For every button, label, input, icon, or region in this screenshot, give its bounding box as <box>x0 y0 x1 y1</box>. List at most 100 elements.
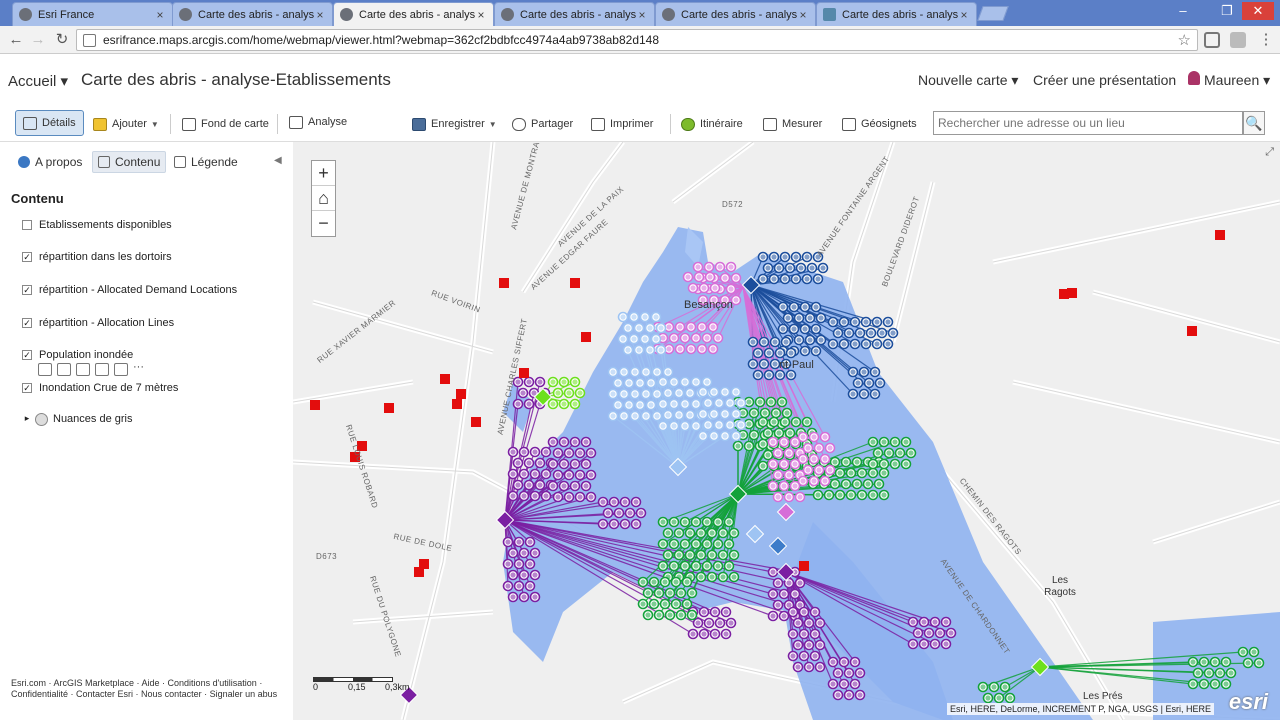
tab-contents[interactable]: Contenu <box>92 151 167 173</box>
print-button[interactable]: Imprimer <box>591 112 653 136</box>
layer-item[interactable]: ✓ Population inondée <box>22 347 133 363</box>
demand-point-fill <box>550 439 556 445</box>
save-button[interactable]: Enregistrer ▼ <box>412 112 497 136</box>
collapse-panel-icon[interactable]: ◀ <box>274 155 282 166</box>
demand-point-fill <box>872 391 878 397</box>
demand-point-fill <box>633 499 639 505</box>
user-menu[interactable]: Maureen ▾ <box>1204 72 1270 89</box>
browser-tab[interactable]: Carte des abris - analyse × <box>172 2 333 26</box>
browser-tab-active[interactable]: Carte des abris - analyse × <box>333 2 494 26</box>
layer-item[interactable]: Etablissements disponibles <box>22 217 172 233</box>
demand-point-fill <box>704 335 710 341</box>
expand-arrow-icon[interactable]: ▸ <box>22 414 32 424</box>
close-tab-icon[interactable]: × <box>797 8 809 22</box>
basemap-layer-item[interactable]: ▸ Nuances de gris <box>22 411 133 427</box>
demand-point-fill <box>760 441 766 447</box>
divider <box>170 114 171 134</box>
address-bar[interactable]: esrifrance.maps.arcgis.com/home/webmap/v… <box>76 29 1198 51</box>
close-tab-icon[interactable]: × <box>154 8 166 22</box>
layer-checkbox[interactable]: ✓ <box>22 350 32 360</box>
minimize-button[interactable]: – <box>1170 2 1196 20</box>
browser-tab[interactable]: Carte des abris - analyse × <box>816 2 977 26</box>
browser-tab[interactable]: Carte des abris - analyse × <box>655 2 816 26</box>
zoom-out-button[interactable]: − <box>312 211 335 236</box>
browser-menu-button[interactable]: ⋮ <box>1256 30 1276 50</box>
footer-links[interactable]: Esri.com · ArcGIS Marketplace · Aide · C… <box>11 678 286 700</box>
close-tab-icon[interactable]: × <box>636 8 648 22</box>
extension-icon[interactable] <box>1204 32 1220 48</box>
new-map-menu[interactable]: Nouvelle carte ▾ <box>918 72 1018 89</box>
info-icon <box>18 156 30 168</box>
maximize-button[interactable]: ❐ <box>1214 2 1240 20</box>
demand-point-fill <box>806 664 812 670</box>
details-button[interactable]: Détails <box>15 110 84 136</box>
close-tab-icon[interactable]: × <box>475 8 487 22</box>
demand-point-fill <box>600 499 606 505</box>
window-close-button[interactable]: ✕ <box>1242 2 1274 20</box>
bookmark-star-icon[interactable]: ☆ <box>1178 31 1191 49</box>
browser-tab[interactable]: Carte des abris - analyse × <box>494 2 655 26</box>
demand-point-fill <box>792 591 798 597</box>
demand-point-fill <box>642 336 648 342</box>
demand-point-fill <box>813 348 819 354</box>
demand-point-fill <box>631 314 637 320</box>
layer-checkbox[interactable]: ✓ <box>22 383 32 393</box>
home-button[interactable]: ⌂ <box>312 186 335 211</box>
basemap-button[interactable]: Fond de carte <box>182 112 269 136</box>
demand-point-fill <box>762 410 768 416</box>
tab-legend[interactable]: Légende <box>174 151 238 173</box>
zoom-in-button[interactable]: + <box>312 161 335 186</box>
demand-point-fill <box>687 390 693 396</box>
share-button[interactable]: Partager <box>512 112 573 136</box>
demand-point-fill <box>859 470 865 476</box>
reload-button[interactable]: ↻ <box>52 30 72 50</box>
globe-icon <box>19 8 32 21</box>
demand-point-fill <box>527 561 533 567</box>
demand-point-fill <box>822 434 828 440</box>
demand-point-fill <box>841 341 847 347</box>
directions-button[interactable]: Itinéraire <box>681 112 743 136</box>
tab-about[interactable]: A propos <box>18 151 82 173</box>
layer-checkbox[interactable]: ✓ <box>22 318 32 328</box>
create-presentation-link[interactable]: Créer une présentation <box>1033 72 1176 88</box>
demand-point-fill <box>704 519 710 525</box>
forward-button[interactable]: → <box>28 30 48 50</box>
analysis-icon[interactable] <box>114 363 128 376</box>
demand-point-fill <box>723 631 729 637</box>
close-tab-icon[interactable]: × <box>958 8 970 22</box>
layer-checkbox[interactable]: ✓ <box>22 285 32 295</box>
layer-item[interactable]: ✓ Inondation Crue de 7 mètres <box>22 380 178 396</box>
table-icon[interactable] <box>57 363 71 376</box>
legend-toggle-icon[interactable] <box>38 363 52 376</box>
measure-button[interactable]: Mesurer <box>763 112 822 136</box>
demand-point-fill <box>572 379 578 385</box>
demand-point-fill <box>786 602 792 608</box>
layer-item[interactable]: ✓ répartition - Allocated Demand Locatio… <box>22 282 237 298</box>
place-label: Besançon <box>684 299 733 311</box>
expand-icon[interactable]: ⤢ <box>1265 146 1274 159</box>
available-building <box>440 374 450 384</box>
demand-point-fill <box>611 499 617 505</box>
demand-point-fill <box>696 274 702 280</box>
map-view[interactable]: AVENUE DE MONTRAPON AVENUE EDGAR FAURE A… <box>293 142 1280 720</box>
back-button[interactable]: ← <box>6 30 26 50</box>
filter-icon[interactable] <box>95 363 109 376</box>
layer-checkbox[interactable] <box>22 220 32 230</box>
address-search-input[interactable] <box>934 112 1242 134</box>
new-tab-button[interactable] <box>977 6 1009 21</box>
close-tab-icon[interactable]: × <box>314 8 326 22</box>
demand-point-fill <box>843 459 849 465</box>
style-icon[interactable] <box>76 363 90 376</box>
layer-item[interactable]: ✓ répartition dans les dortoirs <box>22 249 172 265</box>
layer-checkbox[interactable]: ✓ <box>22 252 32 262</box>
more-options-icon[interactable]: ··· <box>133 362 147 376</box>
bookmarks-button[interactable]: Géosignets <box>842 112 917 136</box>
analysis-button[interactable]: Analyse <box>289 110 347 134</box>
browser-tab[interactable]: Esri France × <box>12 2 173 26</box>
layer-item[interactable]: ✓ répartition - Allocation Lines <box>22 315 174 331</box>
add-button[interactable]: Ajouter ▼ <box>93 112 159 136</box>
search-icon[interactable]: 🔍 <box>1243 111 1265 135</box>
home-menu[interactable]: Accueil ▾ <box>8 72 68 90</box>
extension-icon[interactable] <box>1230 32 1246 48</box>
demand-point-fill <box>782 254 788 260</box>
